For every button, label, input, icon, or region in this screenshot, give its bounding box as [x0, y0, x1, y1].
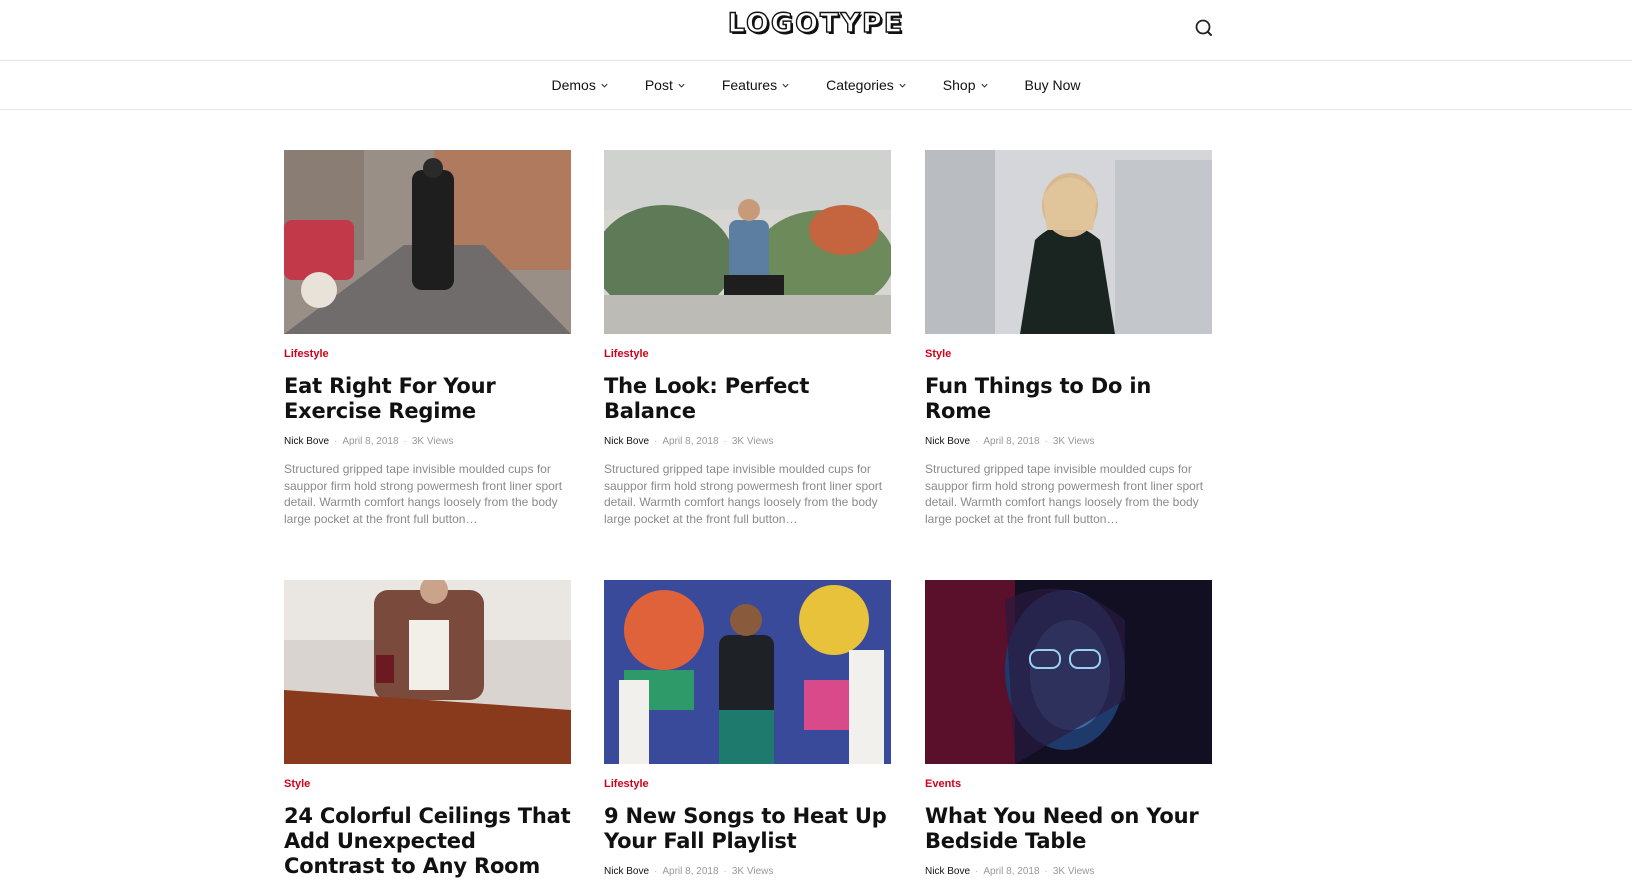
post-thumbnail[interactable]: [604, 580, 891, 764]
post-thumbnail[interactable]: [925, 150, 1212, 334]
post-views: 3K Views: [411, 436, 454, 447]
post-card: Style 24 Colorful Ceilings That Add Unex…: [284, 580, 571, 879]
post-category[interactable]: Style: [925, 348, 1212, 360]
post-title[interactable]: What You Need on Your Bedside Table: [925, 804, 1212, 854]
meta-separator: ·: [403, 436, 407, 447]
post-title[interactable]: The Look: Perfect Balance: [604, 374, 891, 424]
site-logo[interactable]: LOGOTYPE: [0, 7, 1632, 39]
post-title[interactable]: Eat Right For Your Exercise Regime: [284, 374, 571, 424]
meta-separator: ·: [723, 436, 727, 447]
post-date: April 8, 2018: [662, 436, 719, 447]
meta-separator: ·: [334, 436, 338, 447]
post-views: 3K Views: [731, 866, 774, 877]
post-date: April 8, 2018: [342, 436, 399, 447]
post-thumbnail[interactable]: [925, 580, 1212, 764]
post-excerpt: Structured gripped tape invisible moulde…: [284, 462, 563, 526]
meta-separator: ·: [975, 436, 979, 447]
meta-separator: ·: [975, 866, 979, 877]
chevron-down-icon: [600, 81, 609, 90]
chevron-down-icon: [898, 81, 907, 90]
meta-separator: ·: [1044, 436, 1048, 447]
post-author[interactable]: Nick Bove: [925, 436, 970, 447]
nav-item-buy-now[interactable]: Buy Now: [1025, 77, 1081, 93]
post-date: April 8, 2018: [662, 866, 719, 877]
meta-separator: ·: [654, 866, 658, 877]
post-thumbnail[interactable]: [604, 150, 891, 334]
main-nav: Demos Post Features Categories Shop Buy …: [0, 61, 1632, 110]
nav-item-post[interactable]: Post: [645, 77, 686, 93]
meta-separator: ·: [1044, 866, 1048, 877]
post-card: Lifestyle The Look: Perfect Balance Nick…: [604, 150, 891, 527]
post-excerpt: Structured gripped tape invisible moulde…: [925, 462, 1204, 526]
post-title[interactable]: 24 Colorful Ceilings That Add Unexpected…: [284, 804, 571, 879]
post-category[interactable]: Lifestyle: [604, 778, 891, 790]
nav-item-label: Buy Now: [1024, 77, 1081, 93]
post-category[interactable]: Style: [284, 778, 571, 790]
nav-item-features[interactable]: Features: [722, 77, 790, 93]
post-thumbnail[interactable]: [284, 150, 571, 334]
post-author[interactable]: Nick Bove: [925, 866, 970, 877]
post-views: 3K Views: [731, 436, 774, 447]
post-meta: Nick Bove · April 8, 2018 · 3K Views: [284, 436, 571, 447]
chevron-down-icon: [781, 81, 790, 90]
post-category[interactable]: Lifestyle: [284, 348, 571, 360]
post-views: 3K Views: [1052, 866, 1095, 877]
chevron-down-icon: [677, 81, 686, 90]
nav-item-label: Features: [721, 77, 778, 93]
post-thumbnail[interactable]: [284, 580, 571, 764]
nav-item-label: Shop: [942, 77, 976, 93]
post-meta: Nick Bove · April 8, 2018 · 3K Views: [925, 866, 1212, 877]
post-card: Style Fun Things to Do in Rome Nick Bove…: [925, 150, 1212, 527]
post-card: Lifestyle Eat Right For Your Exercise Re…: [284, 150, 571, 527]
post-author[interactable]: Nick Bove: [604, 436, 649, 447]
nav-item-label: Demos: [551, 77, 596, 93]
site-header: LOGOTYPE: [0, 0, 1632, 61]
post-title[interactable]: 9 New Songs to Heat Up Your Fall Playlis…: [604, 804, 891, 854]
post-meta: Nick Bove · April 8, 2018 · 3K Views: [604, 866, 891, 877]
post-card: Lifestyle 9 New Songs to Heat Up Your Fa…: [604, 580, 891, 877]
post-views: 3K Views: [1052, 436, 1095, 447]
post-meta: Nick Bove · April 8, 2018 · 3K Views: [604, 436, 891, 447]
post-card: Events What You Need on Your Bedside Tab…: [925, 580, 1212, 877]
post-author[interactable]: Nick Bove: [604, 866, 649, 877]
nav-item-categories[interactable]: Categories: [826, 77, 907, 93]
post-title[interactable]: Fun Things to Do in Rome: [925, 374, 1212, 424]
meta-separator: ·: [723, 866, 727, 877]
post-category[interactable]: Events: [925, 778, 1212, 790]
meta-separator: ·: [654, 436, 658, 447]
nav-item-demos[interactable]: Demos: [551, 77, 608, 93]
nav-item-label: Categories: [826, 77, 894, 93]
post-author[interactable]: Nick Bove: [284, 436, 329, 447]
nav-item-shop[interactable]: Shop: [943, 77, 989, 93]
post-excerpt: Structured gripped tape invisible moulde…: [604, 462, 883, 526]
post-date: April 8, 2018: [983, 866, 1040, 877]
post-date: April 8, 2018: [983, 436, 1040, 447]
post-category[interactable]: Lifestyle: [604, 348, 891, 360]
nav-item-label: Post: [644, 77, 673, 93]
post-meta: Nick Bove · April 8, 2018 · 3K Views: [925, 436, 1212, 447]
chevron-down-icon: [980, 81, 989, 90]
search-icon[interactable]: [1193, 17, 1215, 39]
